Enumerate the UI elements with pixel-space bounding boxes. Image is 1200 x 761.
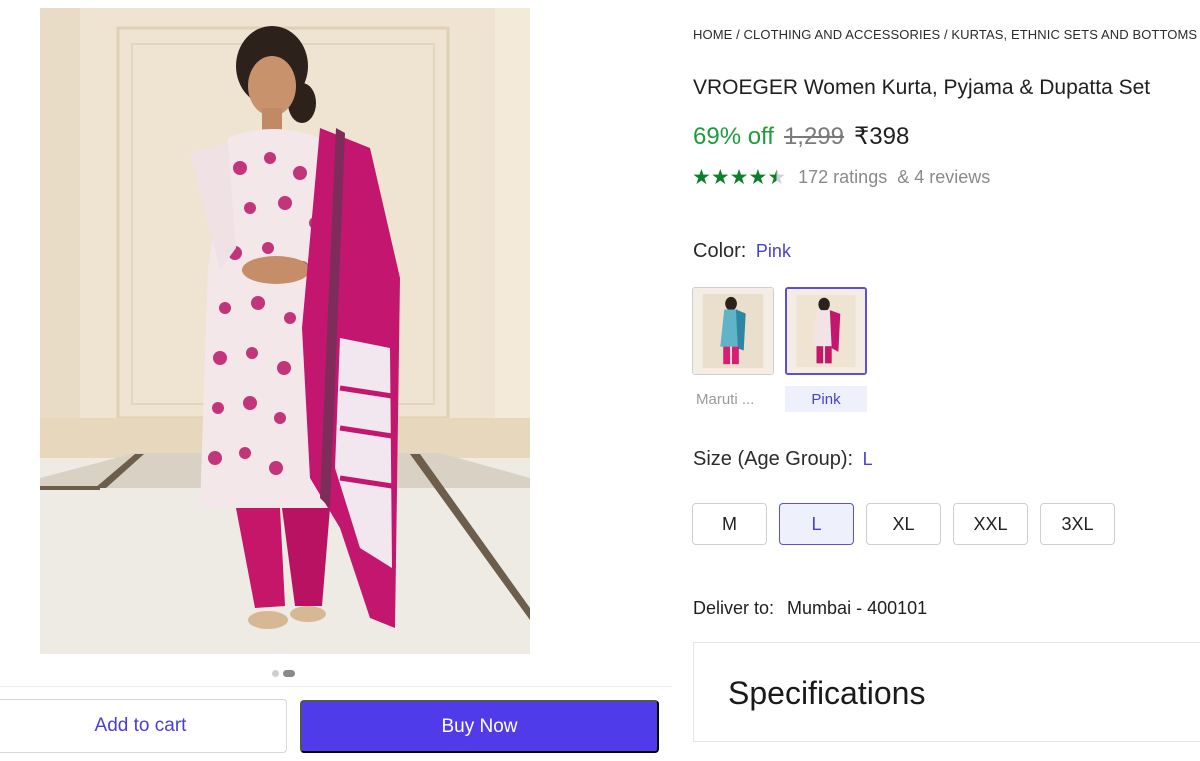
size-option-l[interactable]: L [779, 503, 854, 545]
color-option-caption[interactable]: Pink [785, 386, 867, 412]
ratings-count[interactable]: 172 ratings [798, 167, 887, 188]
star-icon: ★ [692, 166, 711, 189]
color-label: Color: [693, 240, 747, 262]
selling-price: ₹398 [854, 123, 910, 150]
swatch-thumbnail [693, 288, 773, 374]
add-to-cart-button[interactable]: Add to cart [0, 699, 287, 753]
color-swatch-pink[interactable] [785, 287, 867, 375]
size-option-3xl[interactable]: 3XL [1040, 503, 1115, 545]
star-rating: ★ ★ ★ ★ ★ [692, 167, 786, 188]
selected-color: Pink [755, 241, 791, 261]
size-option-xxl[interactable]: XXL [953, 503, 1028, 545]
action-bar: Add to cart Buy Now [0, 686, 672, 761]
product-title: VROEGER Women Kurta, Pyjama & Dupatta Se… [693, 76, 1151, 99]
swatch-thumbnail [787, 289, 865, 373]
breadcrumb[interactable]: HOME / CLOTHING AND ACCESSORIES / KURTAS… [693, 27, 1197, 42]
selected-size: L [862, 449, 873, 469]
half-star-icon: ★ [767, 166, 787, 189]
buy-now-button[interactable]: Buy Now [300, 700, 659, 753]
product-photo-illustration [40, 8, 530, 654]
size-option-xl[interactable]: XL [866, 503, 941, 545]
size-option-m[interactable]: M [692, 503, 767, 545]
size-label-row: Size (Age Group): L [693, 448, 873, 471]
gallery-dot-2[interactable] [283, 670, 295, 677]
color-label-row: Color: Pink [693, 240, 791, 263]
star-icon: ★ [729, 166, 749, 189]
product-image[interactable] [40, 8, 530, 654]
specifications-section[interactable]: Specifications [693, 642, 1200, 742]
star-icon: ★ [710, 166, 730, 189]
original-price: 1,299 [783, 123, 845, 150]
specifications-title: Specifications [728, 675, 926, 711]
gallery-dot-1[interactable] [272, 670, 279, 677]
rating-row[interactable]: ★ ★ ★ ★ ★ 172 ratings & 4 reviews [692, 167, 990, 188]
color-swatch-maruti[interactable] [692, 287, 774, 375]
price-row: 69% off 1,299 ₹398 [693, 122, 909, 151]
color-option-caption[interactable]: Maruti ... [692, 386, 774, 412]
deliver-label: Deliver to: [693, 598, 775, 618]
delivery-row[interactable]: Deliver to: Mumbai - 400101 [693, 598, 927, 619]
star-icon: ★ [748, 166, 768, 189]
delivery-location[interactable]: Mumbai - 400101 [787, 598, 927, 618]
size-options: M L XL XXL 3XL [692, 503, 1115, 545]
gallery-dots [272, 670, 295, 677]
size-label: Size (Age Group): [693, 448, 854, 470]
reviews-count[interactable]: & 4 reviews [897, 167, 990, 188]
discount-percent: 69% off [693, 123, 774, 150]
